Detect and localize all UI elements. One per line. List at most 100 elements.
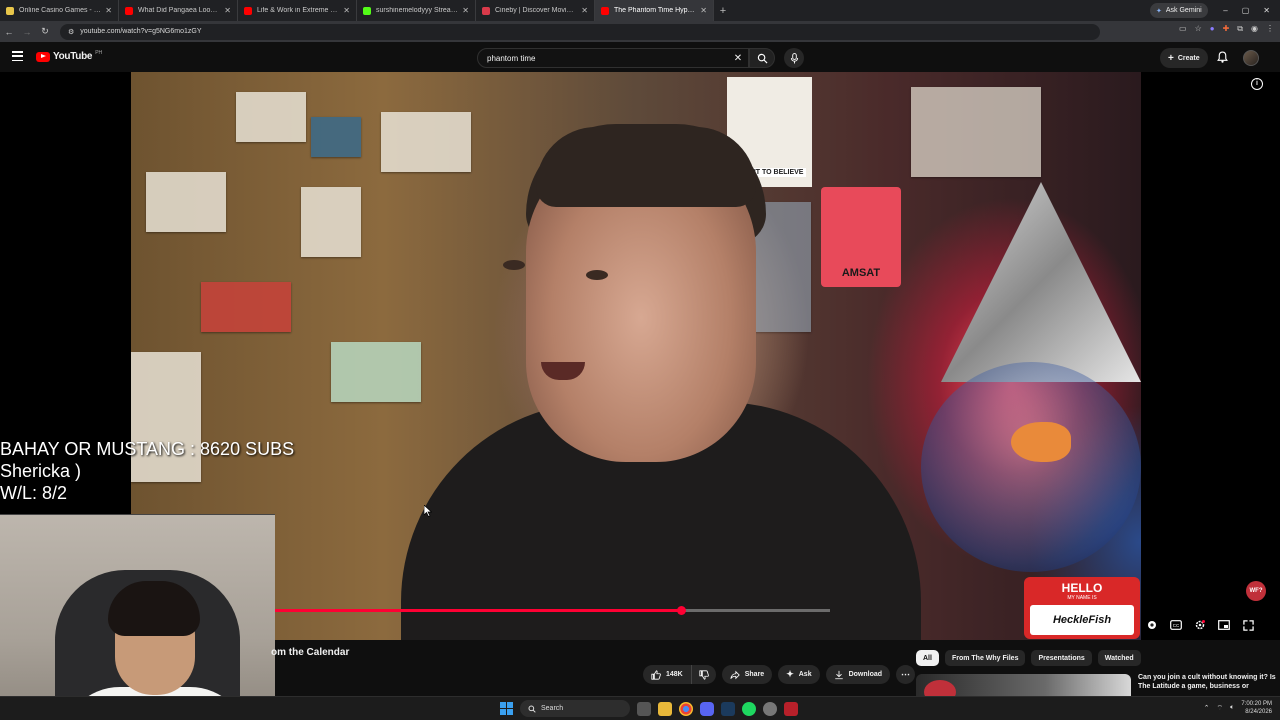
site-info-icon[interactable]: ⚙ <box>68 28 74 36</box>
recommended-video-thumbnail[interactable] <box>916 674 1131 698</box>
maximize-button[interactable]: ▢ <box>1242 6 1250 15</box>
settings-app-icon[interactable] <box>763 701 777 716</box>
close-window-button[interactable]: ✕ <box>1263 6 1270 15</box>
clock-time: 7:00:20 PM <box>1241 701 1272 707</box>
wall-photo <box>146 172 226 232</box>
tab-title: Cineby | Discover Movies & TV <box>495 7 577 14</box>
extensions-puzzle-icon[interactable]: ⧉ <box>1237 24 1243 34</box>
cast-icon[interactable]: ▭ <box>1179 24 1187 34</box>
minimize-button[interactable]: – <box>1223 6 1227 15</box>
tab-close-icon[interactable]: ✕ <box>343 6 350 15</box>
tab-close-icon[interactable]: ✕ <box>224 6 231 15</box>
volume-icon[interactable]: 🔈︎ <box>1230 704 1234 712</box>
thumbs-down-icon <box>699 669 709 680</box>
amsat-sign: AMSAT <box>821 187 901 287</box>
network-icon[interactable]: ⌔ <box>1217 704 1224 713</box>
gemini-icon: ✦ <box>1156 7 1162 15</box>
settings-gear-icon[interactable] <box>1193 618 1207 632</box>
spotify-icon[interactable] <box>742 701 756 716</box>
windows-start-icon[interactable] <box>500 702 513 715</box>
task-view-icon[interactable] <box>637 701 651 716</box>
taskbar-clock[interactable]: 7:00:20 PM 8/24/2026 <box>1241 700 1272 716</box>
reload-icon[interactable]: ↻ <box>36 26 54 37</box>
fishbowl <box>921 362 1141 572</box>
filter-chip[interactable]: All <box>916 650 939 666</box>
youtube-logo[interactable]: YouTube PH <box>36 50 102 62</box>
create-button[interactable]: + Create <box>1160 48 1208 68</box>
browser-tab[interactable]: Online Casino Games - Play Fre ✕ <box>0 0 119 21</box>
account-avatar[interactable] <box>1243 50 1259 66</box>
window-controls: – ▢ ✕ <box>1223 0 1276 21</box>
miniplayer-icon[interactable] <box>1217 618 1231 632</box>
screen: Online Casino Games - Play Fre✕What Did … <box>0 0 1280 720</box>
streamer-webcam <box>0 514 275 720</box>
notifications-bell-icon[interactable] <box>1217 51 1228 63</box>
download-button[interactable]: Download <box>825 665 891 684</box>
search-button[interactable] <box>749 48 775 68</box>
browser-tab[interactable]: The Phantom Time Hypothesis ✕ <box>595 0 714 21</box>
info-icon[interactable]: i <box>1251 78 1263 90</box>
voice-search-button[interactable] <box>784 48 804 68</box>
steam-icon[interactable] <box>721 701 735 716</box>
more-actions-button[interactable]: ⋯ <box>896 665 916 684</box>
taskbar-search[interactable]: Search <box>520 700 630 717</box>
recording-app-icon[interactable] <box>784 701 798 716</box>
filter-chip[interactable]: Presentations <box>1031 650 1092 666</box>
tray-chevron-icon[interactable]: ⌃ <box>1204 704 1210 712</box>
progress-bar[interactable] <box>275 606 830 615</box>
fullscreen-icon[interactable] <box>1241 618 1255 632</box>
tab-close-icon[interactable]: ✕ <box>462 6 469 15</box>
dislike-button[interactable] <box>691 665 716 684</box>
progress-played <box>275 609 681 612</box>
address-bar[interactable]: ⚙ youtube.com/watch?v=g5NG6mo1zGY <box>60 23 1100 40</box>
video-frame: I WANT TO BELIEVE AMSAT HELLO MY NAME IS… <box>131 72 1141 640</box>
browser-tab[interactable]: Life & Work in Extreme Conditi✕ <box>238 0 357 21</box>
ask-label: Ask <box>798 671 812 678</box>
share-button[interactable]: Share <box>721 665 773 684</box>
search-input[interactable]: phantom time ✕ <box>477 48 749 68</box>
recommended-video-title[interactable]: Can you join a cult without knowing it? … <box>1138 673 1276 691</box>
discord-icon[interactable] <box>700 701 714 716</box>
clear-search-icon[interactable]: ✕ <box>728 53 748 64</box>
browser-menu-icon[interactable]: ⋮ <box>1266 24 1274 34</box>
like-button[interactable]: 148K <box>643 665 692 684</box>
tabs-container: Online Casino Games - Play Fre✕What Did … <box>0 0 714 21</box>
streamer-hair <box>108 581 200 636</box>
profile-icon[interactable]: ◉ <box>1251 24 1258 34</box>
tab-close-icon[interactable]: ✕ <box>581 6 588 15</box>
name-tag-name: HeckleFish <box>1030 605 1134 635</box>
bookmark-star-icon[interactable]: ☆ <box>1195 24 1202 34</box>
ask-button[interactable]: ✦ Ask <box>778 665 820 684</box>
goldfish <box>1011 422 1071 462</box>
browser-tab[interactable]: What Did Pangaea Look like? ✕ <box>119 0 238 21</box>
filter-chip[interactable]: From The Why Files <box>944 650 1026 666</box>
back-icon[interactable]: ← <box>0 27 18 37</box>
amsat-text: AMSAT <box>841 267 881 279</box>
wall-photo <box>311 117 361 157</box>
forward-icon[interactable]: → <box>18 27 36 37</box>
browser-tab[interactable]: Cineby | Discover Movies & TV ✕ <box>476 0 595 21</box>
guide-menu-icon[interactable] <box>12 51 23 61</box>
presenter-hair-top <box>536 127 756 207</box>
tab-favicon-icon <box>482 6 490 15</box>
captions-icon[interactable]: CC <box>1169 618 1183 632</box>
stream-overlay-text: BAHAY OR MUSTANG : 8620 SUBS Shericka ) … <box>0 438 294 504</box>
download-label: Download <box>848 671 883 678</box>
new-tab-button[interactable]: + <box>714 5 732 17</box>
browser-tab[interactable]: surshinemelodyyy Stream - Wa ✕ <box>357 0 476 21</box>
chrome-icon[interactable] <box>679 701 693 716</box>
filter-chip[interactable]: Watched <box>1097 650 1141 666</box>
svg-text:CC: CC <box>1173 623 1180 628</box>
ask-gemini-button[interactable]: ✦ Ask Gemini <box>1150 3 1208 18</box>
plus-icon: + <box>1168 52 1174 64</box>
browser-tab-strip: Online Casino Games - Play Fre✕What Did … <box>0 0 1280 21</box>
channel-watermark[interactable]: WF? <box>1246 581 1266 601</box>
extension-icon-2[interactable]: ✚ <box>1223 24 1230 34</box>
tab-close-icon[interactable]: ✕ <box>105 6 112 15</box>
tab-close-icon[interactable]: ✕ <box>700 6 707 15</box>
scrubber-handle[interactable] <box>677 606 686 615</box>
extension-icon-1[interactable]: ● <box>1210 24 1215 34</box>
autoplay-toggle-icon[interactable] <box>1145 618 1159 632</box>
file-explorer-icon[interactable] <box>658 701 672 716</box>
windows-taskbar: Search ⌃ ⌔ 🔈︎ 7:00:20 PM 8/24/2026 <box>0 696 1280 720</box>
